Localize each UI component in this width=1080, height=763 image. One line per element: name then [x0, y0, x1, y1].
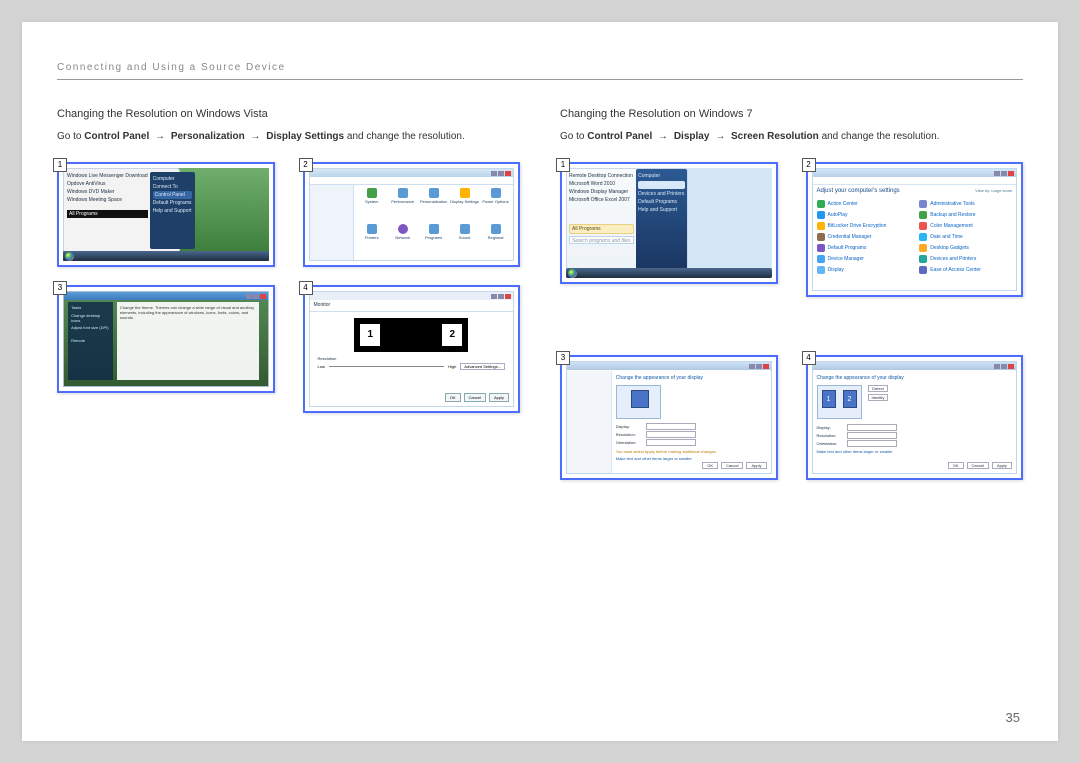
section-header: Connecting and Using a Source Device — [57, 62, 1023, 73]
vista-shot-2: 2 System Performance Personalization Dis… — [303, 162, 521, 267]
step-badge: 3 — [556, 351, 570, 365]
screen-resolution-window: Change the appearance of your display 1 … — [812, 361, 1018, 474]
start-menu: Remote Desktop Connection Microsoft Word… — [566, 168, 688, 270]
win7-shot-1: 1 Remote Desktop Connection Microsoft Wo… — [560, 162, 778, 297]
step-badge: 4 — [299, 281, 313, 295]
vista-shot-4: 4 Monitor 1 2 Resolution — [303, 285, 521, 413]
control-panel-window: Adjust your computer's settings View by:… — [812, 168, 1018, 291]
vista-shot-1: 1 Windows Live Messenger Download Opdove… — [57, 162, 275, 267]
manual-page: Connecting and Using a Source Device Cha… — [22, 22, 1058, 741]
content-columns: Changing the Resolution on Windows Vista… — [57, 108, 1023, 480]
personalization-window: Tasks Change desktop icons Adjust font s… — [63, 291, 269, 387]
control-panel-window: System Performance Personalization Displ… — [309, 168, 515, 261]
start-orb-icon — [568, 269, 577, 278]
win7-shot-4: 4 Change the appearance of your display … — [806, 355, 1024, 480]
win7-column: Changing the Resolution on Windows 7 Go … — [560, 108, 1023, 480]
step-badge: 1 — [53, 158, 67, 172]
taskbar — [63, 251, 269, 261]
win7-screenshot-grid: 1 Remote Desktop Connection Microsoft Wo… — [560, 162, 1023, 480]
win7-shot-3: 3 Change the appearance of your display … — [560, 355, 778, 480]
screen-resolution-window: Change the appearance of your display Di… — [566, 361, 772, 474]
display-settings-window: Monitor 1 2 Resolution Low H — [309, 291, 515, 407]
step-badge: 4 — [802, 351, 816, 365]
start-menu: Windows Live Messenger Download Opdove A… — [63, 168, 180, 253]
step-badge: 3 — [53, 281, 67, 295]
taskbar — [566, 268, 772, 278]
step-badge: 2 — [802, 158, 816, 172]
win7-subhead: Changing the Resolution on Windows 7 — [560, 108, 1023, 120]
vista-instruction: Go to Control Panel → Personalization → … — [57, 130, 520, 144]
monitor-preview: 1 2 — [354, 318, 468, 352]
page-number: 35 — [1006, 710, 1020, 725]
start-orb-icon — [65, 252, 74, 261]
vista-shot-3: 3 Tasks Change desktop icons Adjust font… — [57, 285, 275, 413]
win7-shot-2: 2 Adjust your computer's settings View b… — [806, 162, 1024, 297]
vista-subhead: Changing the Resolution on Windows Vista — [57, 108, 520, 120]
step-badge: 1 — [556, 158, 570, 172]
step-badge: 2 — [299, 158, 313, 172]
vista-screenshot-grid: 1 Windows Live Messenger Download Opdove… — [57, 162, 520, 413]
vista-column: Changing the Resolution on Windows Vista… — [57, 108, 520, 480]
win7-instruction: Go to Control Panel → Display → Screen R… — [560, 130, 1023, 144]
header-rule — [57, 79, 1023, 80]
